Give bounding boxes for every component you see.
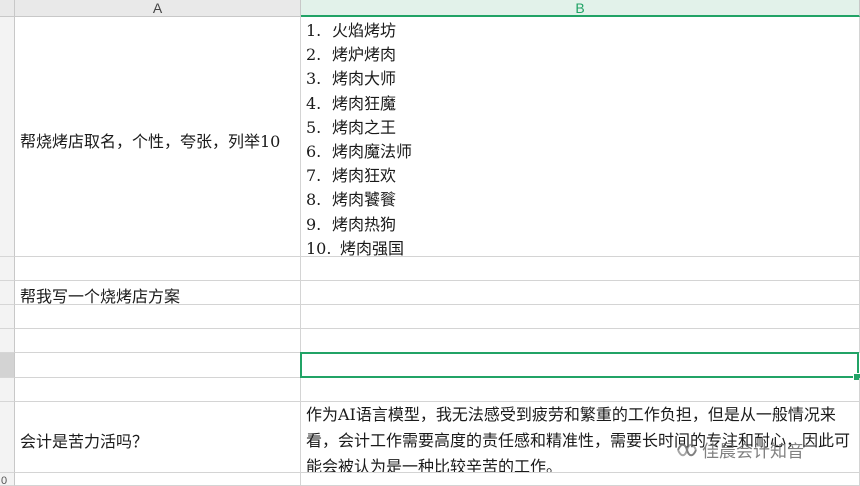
list-item-text: 火焰烤坊 <box>332 21 397 40</box>
list-item: 7. 烤肉狂欢 <box>306 164 412 188</box>
row-number: 0 <box>1 475 8 486</box>
list-item-number: 8. <box>306 190 322 210</box>
cell-a-plan-prompt[interactable]: 帮我写一个烧烤店方案 <box>15 281 301 305</box>
list-item-number: 10. <box>306 238 332 257</box>
cell-b[interactable] <box>301 473 860 486</box>
cell-a-names-prompt[interactable]: 帮烧烤店取名，个性，夸张，列举10 <box>15 17 301 257</box>
cell-b-names-list[interactable]: 1. 火焰烤坊 2. 烤炉烤肉 3. 烤肉大师 4. 烤肉狂魔 5. 烤肉之王 6. 烤肉魔法师 7. 烤… <box>301 17 860 257</box>
watermark: 佳晨会计知音 <box>676 437 804 462</box>
cell-a[interactable] <box>15 257 301 281</box>
cell-a[interactable] <box>15 378 301 402</box>
list-item-number: 6. <box>306 141 322 161</box>
cell-text: 帮烧烤店取名，个性，夸张，列举10 <box>20 132 281 151</box>
list-item-number: 7. <box>306 166 322 186</box>
list-item-number: 5. <box>306 117 322 137</box>
list-item: 5. 烤肉之王 <box>306 116 412 140</box>
list-item-number: 9. <box>306 214 322 234</box>
cell-b[interactable] <box>301 305 860 329</box>
list-item-text: 烤肉魔法师 <box>332 141 413 161</box>
watermark-text: 佳晨会计知音 <box>702 442 804 461</box>
list-item-text: 烤肉狂欢 <box>332 166 397 186</box>
cell-b[interactable] <box>301 329 860 353</box>
cell-a[interactable] <box>15 329 301 353</box>
list-item: 4. 烤肉狂魔 <box>306 92 412 116</box>
cell-a-accounting-question[interactable]: 会计是苦力活吗？ <box>15 402 301 473</box>
row-header[interactable] <box>0 281 15 305</box>
list-item: 8. 烤肉饕餮 <box>306 188 412 212</box>
cell-a[interactable] <box>15 305 301 329</box>
list-item: 2. 烤炉烤肉 <box>306 43 412 67</box>
selected-cell-b[interactable] <box>300 352 859 378</box>
list-item-text: 烤炉烤肉 <box>332 45 397 65</box>
list-item-text: 烤肉大师 <box>332 69 397 89</box>
cell-b[interactable] <box>301 378 860 402</box>
list-item: 9. 烤肉热狗 <box>306 213 412 237</box>
cell-a[interactable] <box>15 353 301 378</box>
row-header[interactable]: 0 <box>0 473 15 486</box>
name-list: 1. 火焰烤坊 2. 烤炉烤肉 3. 烤肉大师 4. 烤肉狂魔 5. 烤肉之王 6. 烤肉魔法师 7. 烤… <box>306 19 412 257</box>
list-item-number: 2. <box>306 45 322 65</box>
list-item: 3. 烤肉大师 <box>306 67 412 91</box>
column-header-b[interactable]: B <box>301 0 860 17</box>
row-header[interactable] <box>0 257 15 281</box>
cell-b-plan[interactable] <box>301 281 860 305</box>
cell-text: 帮我写一个烧烤店方案 <box>20 287 181 305</box>
row-header[interactable] <box>0 329 15 353</box>
row-header-active[interactable] <box>0 353 15 378</box>
list-item: 6. 烤肉魔法师 <box>306 140 412 164</box>
list-item-text: 烤肉强国 <box>340 238 405 257</box>
list-item-text: 烤肉狂魔 <box>332 93 397 113</box>
row-header[interactable] <box>0 378 15 402</box>
list-item-number: 4. <box>306 93 322 113</box>
cell-text: 会计是苦力活吗？ <box>20 432 149 451</box>
row-header[interactable] <box>0 17 15 257</box>
list-item-number: 3. <box>306 69 322 89</box>
select-all-corner[interactable] <box>0 0 15 17</box>
list-item-text: 烤肉饕餮 <box>332 190 397 210</box>
list-item: 10. 烤肉强国 <box>306 237 412 257</box>
list-item-text: 烤肉热狗 <box>332 214 397 234</box>
row-header[interactable] <box>0 402 15 473</box>
cell-b[interactable] <box>301 257 860 281</box>
cell-a[interactable] <box>15 473 301 486</box>
list-item-text: 烤肉之王 <box>332 117 397 137</box>
row-header[interactable] <box>0 305 15 329</box>
list-item: 1. 火焰烤坊 <box>306 19 412 43</box>
list-item-number: 1. <box>306 21 322 40</box>
wechat-channel-icon <box>677 443 697 456</box>
column-header-a[interactable]: A <box>15 0 301 17</box>
